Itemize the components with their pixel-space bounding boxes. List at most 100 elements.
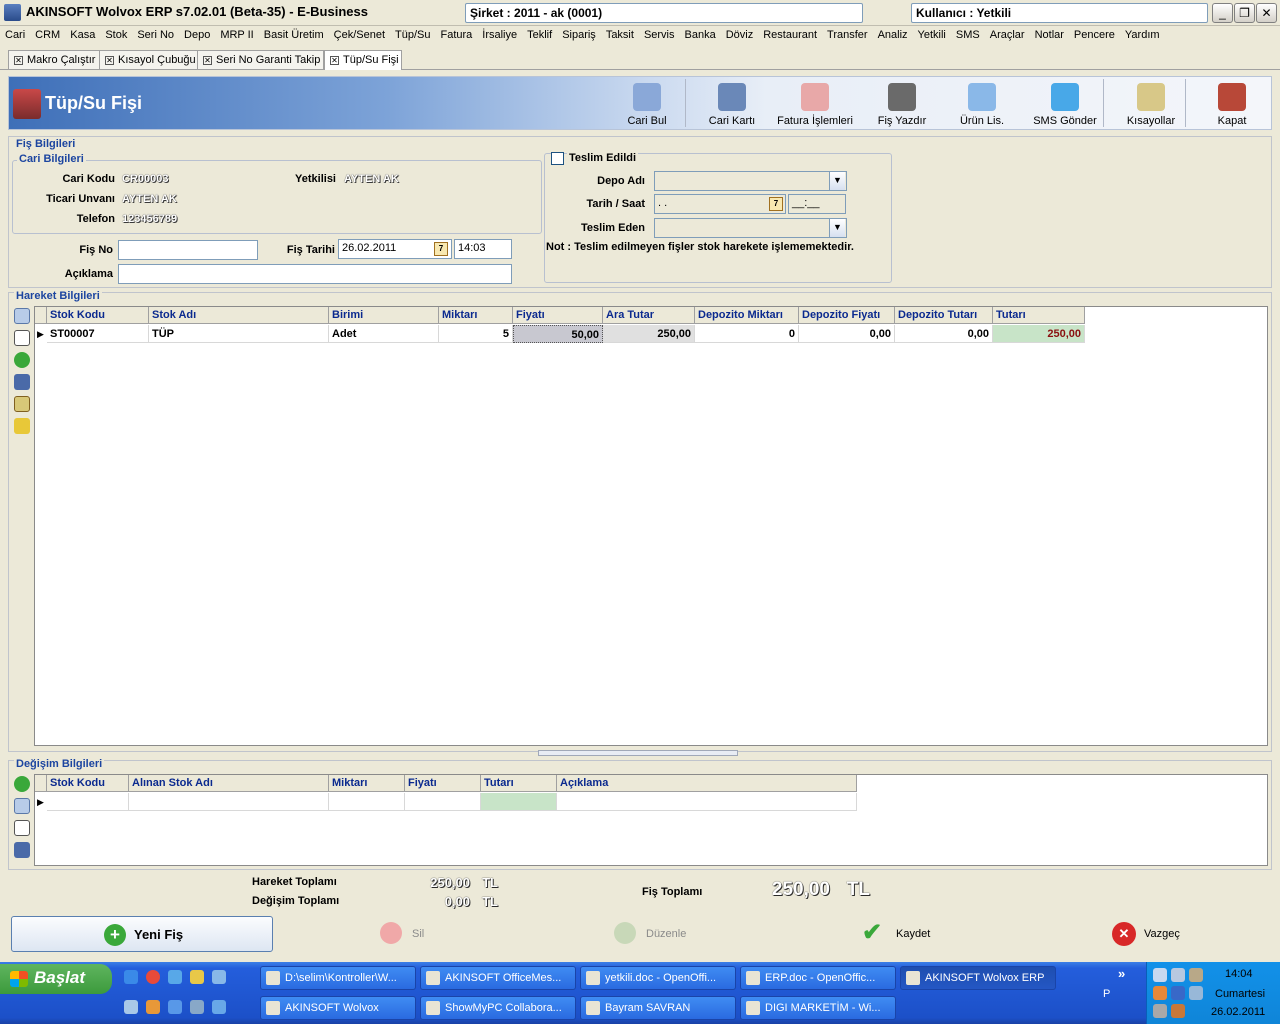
menu-item[interactable]: Cari	[0, 26, 30, 41]
calc-icon[interactable]	[190, 1000, 204, 1014]
yeni-fis-button[interactable]: + Yeni Fiş	[11, 916, 273, 952]
duzenle-button[interactable]: Düzenle	[614, 920, 704, 948]
column-header[interactable]: Fiyatı	[405, 775, 481, 792]
binoculars-icon[interactable]	[14, 374, 30, 390]
toolbar-button[interactable]: Ürün Lis.	[943, 77, 1021, 129]
menu-item[interactable]: Pencere	[1069, 26, 1120, 41]
network-icon[interactable]	[1171, 968, 1185, 982]
car-icon[interactable]	[1189, 968, 1203, 982]
tab-makro[interactable]: ✕ Makro Çalıştır	[8, 50, 100, 69]
table-cell[interactable]: Adet	[329, 325, 439, 343]
check-icon[interactable]	[14, 352, 30, 368]
toolbar-button[interactable]: Kısayollar	[1109, 77, 1193, 129]
table-cell[interactable]: 0,00	[895, 325, 993, 343]
taskbar-item[interactable]: ShowMyPC Collabora...	[420, 996, 576, 1020]
column-header[interactable]: Birimi	[329, 307, 439, 324]
tab-tup-su-fisi[interactable]: ✕ Tüp/Su Fişi	[324, 50, 402, 70]
close-button[interactable]: ✕	[1256, 3, 1277, 23]
taskbar-item[interactable]: AKINSOFT Wolvox	[260, 996, 416, 1020]
ie-icon[interactable]	[124, 970, 138, 984]
app-icon[interactable]	[1171, 986, 1185, 1000]
app-icon[interactable]	[212, 1000, 226, 1014]
column-header[interactable]: Miktarı	[329, 775, 405, 792]
depo-select[interactable]	[654, 171, 847, 191]
tab-seri-no[interactable]: ✕ Seri No Garanti Takip	[197, 50, 324, 69]
menu-item[interactable]: Sipariş	[557, 26, 601, 41]
new-document-icon[interactable]	[14, 330, 30, 346]
calendar-icon[interactable]: 7	[434, 242, 448, 256]
taskbar-item[interactable]: DIGI MARKETİM - Wi...	[740, 996, 896, 1020]
menu-item[interactable]: Banka	[680, 26, 721, 41]
people-icon[interactable]	[14, 418, 30, 434]
toolbar-button[interactable]: Fiş Yazdır	[861, 77, 943, 129]
taskbar-item[interactable]: yetkili.doc - OpenOffi...	[580, 966, 736, 990]
menu-item[interactable]: Notlar	[1030, 26, 1069, 41]
taskbar-more[interactable]: »	[1118, 966, 1125, 981]
toolbar-button[interactable]: SMS Gönder	[1021, 77, 1109, 129]
chart-icon[interactable]	[212, 970, 226, 984]
app-icon[interactable]	[1189, 986, 1203, 1000]
close-icon[interactable]: ✕	[330, 56, 339, 65]
menu-item[interactable]: Çek/Senet	[329, 26, 390, 41]
search-icon[interactable]	[14, 308, 30, 324]
menu-item[interactable]: Yetkili	[913, 26, 951, 41]
teslim-tarih-input[interactable]: . .	[654, 194, 786, 214]
check-icon[interactable]	[14, 776, 30, 792]
app-icon[interactable]	[168, 1000, 182, 1014]
aciklama-input[interactable]	[118, 264, 512, 284]
calendar-icon[interactable]: 7	[769, 197, 783, 211]
menu-item[interactable]: CRM	[30, 26, 65, 41]
table-cell[interactable]: 5	[439, 325, 513, 343]
menu-item[interactable]: Seri No	[132, 26, 179, 41]
table-cell[interactable]	[557, 793, 857, 811]
menu-item[interactable]: Depo	[179, 26, 215, 41]
column-header[interactable]: Depozito Fiyatı	[799, 307, 895, 324]
column-header[interactable]: Depozito Tutarı	[895, 307, 993, 324]
menu-item[interactable]: Tüp/Su	[390, 26, 435, 41]
splitter-handle[interactable]	[538, 750, 738, 756]
menu-item[interactable]: Araçlar	[985, 26, 1030, 41]
sil-button[interactable]: Sil	[380, 920, 440, 948]
toolbar-button[interactable]: Cari Kartı	[693, 77, 771, 129]
close-icon[interactable]: ✕	[105, 56, 114, 65]
chevron-down-icon[interactable]: ▼	[829, 172, 845, 190]
taskbar-item[interactable]: D:\selim\Kontroller\W...	[260, 966, 416, 990]
vazgec-button[interactable]: ✕ Vazgeç	[1112, 920, 1202, 948]
taskbar-item[interactable]: Bayram SAVRAN	[580, 996, 736, 1020]
taskbar-item[interactable]: ERP.doc - OpenOffic...	[740, 966, 896, 990]
table-cell[interactable]: 0	[695, 325, 799, 343]
toolbar-button[interactable]: Cari Bul	[601, 77, 693, 129]
column-header[interactable]: Miktarı	[439, 307, 513, 324]
table-cell[interactable]: 0,00	[799, 325, 895, 343]
browser-icon[interactable]	[146, 1000, 160, 1014]
menu-item[interactable]: Yardım	[1120, 26, 1165, 41]
menu-item[interactable]: Restaurant	[758, 26, 822, 41]
menu-item[interactable]: Transfer	[822, 26, 873, 41]
fis-saat-input[interactable]: 14:03	[454, 239, 512, 259]
menu-item[interactable]: MRP II	[215, 26, 258, 41]
menu-item[interactable]: Kasa	[65, 26, 100, 41]
menu-item[interactable]: Teklif	[522, 26, 557, 41]
column-header[interactable]: Tutarı	[481, 775, 557, 792]
column-header[interactable]: Ara Tutar	[603, 307, 695, 324]
table-cell[interactable]: ST00007	[47, 325, 149, 343]
menu-item[interactable]: İrsaliye	[477, 26, 522, 41]
new-document-icon[interactable]	[14, 820, 30, 836]
column-header[interactable]: Alınan Stok Adı	[129, 775, 329, 792]
table-cell[interactable]	[481, 793, 557, 811]
column-header[interactable]: Tutarı	[993, 307, 1085, 324]
table-cell[interactable]: TÜP	[149, 325, 329, 343]
taskbar-item[interactable]: AKINSOFT OfficeMes...	[420, 966, 576, 990]
menu-item[interactable]: Servis	[639, 26, 680, 41]
menu-item[interactable]: Stok	[100, 26, 132, 41]
menu-item[interactable]: Taksit	[601, 26, 639, 41]
clock-time[interactable]: 14:04	[1225, 968, 1253, 980]
akinsoft-icon[interactable]	[124, 1000, 138, 1014]
users-icon[interactable]	[190, 970, 204, 984]
table-cell[interactable]	[329, 793, 405, 811]
table-cell[interactable]: 50,00	[513, 325, 603, 343]
kaydet-button[interactable]: ✔ Kaydet	[862, 920, 952, 948]
column-header[interactable]: Fiyatı	[513, 307, 603, 324]
app-icon[interactable]	[1153, 986, 1167, 1000]
start-button[interactable]: Başlat	[0, 964, 112, 994]
